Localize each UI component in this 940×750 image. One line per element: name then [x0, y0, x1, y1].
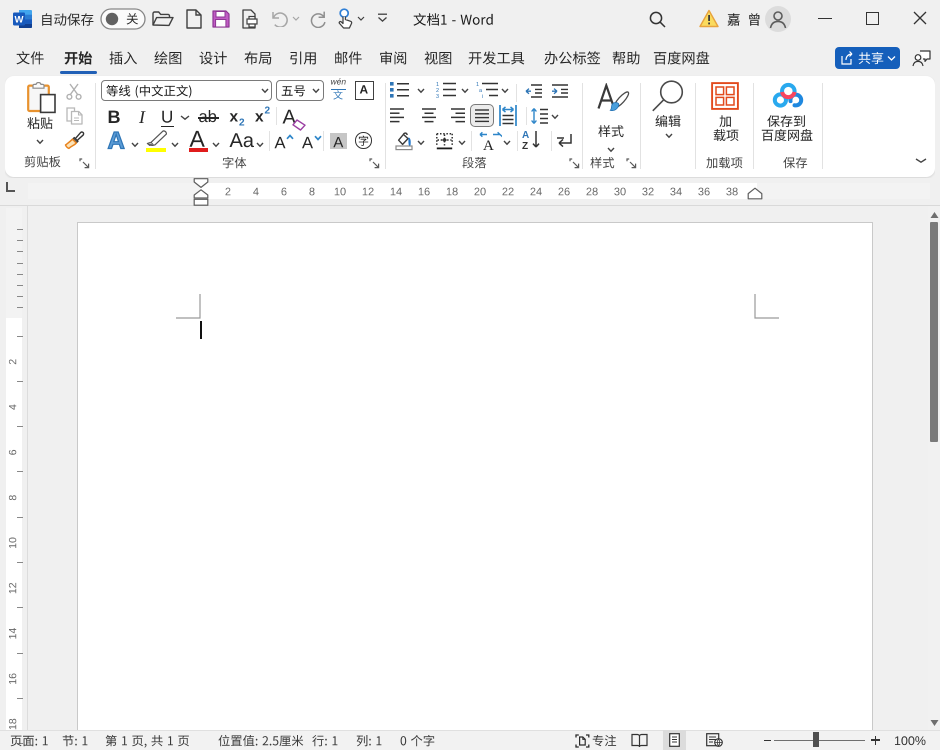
svg-text:W: W — [15, 15, 24, 26]
svg-text:i: i — [482, 94, 483, 99]
svg-text:3: 3 — [436, 94, 439, 99]
svg-text:Z: Z — [522, 141, 528, 151]
svg-text:A: A — [483, 138, 494, 151]
svg-text:A: A — [522, 130, 529, 141]
